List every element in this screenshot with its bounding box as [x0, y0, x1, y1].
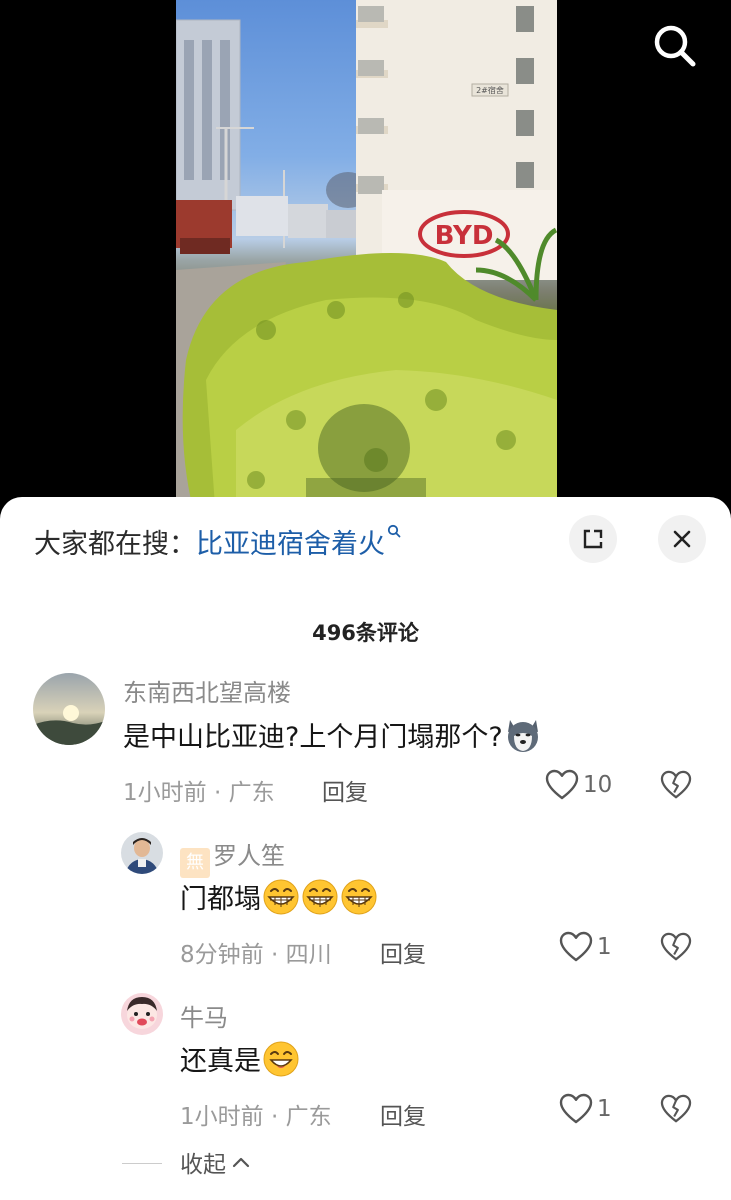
meta-dot: ·	[270, 942, 286, 968]
byd-sign: BYD	[435, 221, 494, 251]
husky-emoji-icon	[504, 716, 542, 754]
comment-location: 广东	[228, 780, 275, 806]
reply-text: 门都塌	[180, 877, 378, 916]
reply-location: 广东	[285, 1104, 332, 1130]
like-button[interactable]: 10	[545, 769, 612, 801]
reply-item: 牛马 还真是 1小时前 · 广东 回复 1	[0, 991, 731, 1141]
reply-meta: 8分钟前 · 四川	[180, 935, 332, 969]
comment-text: 是中山比亚迪?上个月门塌那个?	[123, 715, 542, 754]
grin-emoji-icon	[262, 878, 300, 916]
heart-icon	[559, 1093, 593, 1124]
reply-button[interactable]: 回复	[380, 1097, 426, 1131]
reply-username[interactable]: 牛马	[180, 998, 228, 1033]
chevron-up-icon	[232, 1157, 250, 1168]
reply-button[interactable]: 回复	[380, 935, 426, 969]
comment-text-body: 是中山比亚迪?上个月门塌那个?	[123, 722, 503, 753]
reply-location: 四川	[285, 942, 332, 968]
reply-text: 还真是	[180, 1039, 300, 1078]
comment-username[interactable]: 东南西北望高楼	[123, 673, 291, 708]
reply-username[interactable]: 無罗人笙	[180, 836, 285, 878]
hot-search-term[interactable]: 比亚迪宿舍着火	[196, 522, 385, 561]
expand-icon	[583, 529, 603, 549]
dislike-button[interactable]	[660, 1094, 692, 1128]
dislike-button[interactable]	[660, 770, 692, 804]
video-frame: 2#宿舍 BYD	[176, 0, 557, 520]
dislike-button[interactable]	[660, 932, 692, 966]
video-scene: 2#宿舍 BYD	[176, 0, 557, 520]
reply-time: 8分钟前	[180, 942, 264, 968]
reply-text-body: 还真是	[180, 1046, 261, 1077]
collapse-replies-button[interactable]: 收起	[180, 1145, 252, 1179]
hot-search-icon	[387, 523, 401, 543]
avatar[interactable]	[121, 832, 163, 874]
avatar[interactable]	[33, 673, 105, 745]
like-button[interactable]: 1	[559, 1093, 612, 1125]
like-button[interactable]: 1	[559, 931, 612, 963]
collapse-label: 收起	[180, 1152, 226, 1178]
comment-meta: 1小时前 · 广东	[123, 773, 275, 807]
collapse-divider	[122, 1163, 162, 1164]
hot-search-bar[interactable]: 大家都在搜： 比亚迪宿舍着火	[34, 521, 401, 561]
comment-item: 东南西北望高楼 是中山比亚迪?上个月门塌那个? 1小时前 · 广东 回复 10	[0, 667, 731, 817]
reply-item: 無罗人笙 门都塌 8分钟前 · 四川 回复 1	[0, 829, 731, 979]
like-count: 1	[597, 1096, 612, 1122]
avatar[interactable]	[121, 993, 163, 1035]
reply-meta: 1小时前 · 广东	[180, 1097, 332, 1131]
comment-sheet: 大家都在搜： 比亚迪宿舍着火 496条评论 东南西北望高楼 是中山比亚迪?上个月…	[0, 497, 731, 1200]
expand-button[interactable]	[569, 515, 617, 563]
reply-username-text: 罗人笙	[213, 842, 285, 870]
meta-dot: ·	[270, 1104, 286, 1130]
search-icon	[654, 25, 696, 67]
broken-heart-icon	[660, 932, 692, 961]
reply-time: 1小时前	[180, 1104, 264, 1130]
building-label: 2#宿舍	[476, 85, 504, 95]
video-player[interactable]: 2#宿舍 BYD	[0, 0, 731, 520]
grin-emoji-icon	[340, 878, 378, 916]
close-button[interactable]	[658, 515, 706, 563]
comment-time: 1小时前	[123, 780, 207, 806]
heart-icon	[559, 931, 593, 962]
comment-count: 496条评论	[312, 621, 419, 645]
fan-badge: 無	[180, 848, 210, 878]
like-count: 10	[583, 772, 613, 798]
broken-heart-icon	[660, 770, 692, 799]
close-icon	[673, 530, 691, 548]
broken-heart-icon	[660, 1094, 692, 1123]
grin-emoji-icon	[301, 878, 339, 916]
search-button[interactable]	[651, 22, 699, 70]
hot-search-prefix: 大家都在搜：	[34, 528, 196, 560]
like-count: 1	[597, 934, 612, 960]
smile-emoji-icon	[262, 1040, 300, 1078]
reply-text-body: 门都塌	[180, 884, 261, 915]
reply-button[interactable]: 回复	[322, 773, 368, 807]
meta-dot: ·	[213, 780, 229, 806]
heart-icon	[545, 769, 579, 800]
